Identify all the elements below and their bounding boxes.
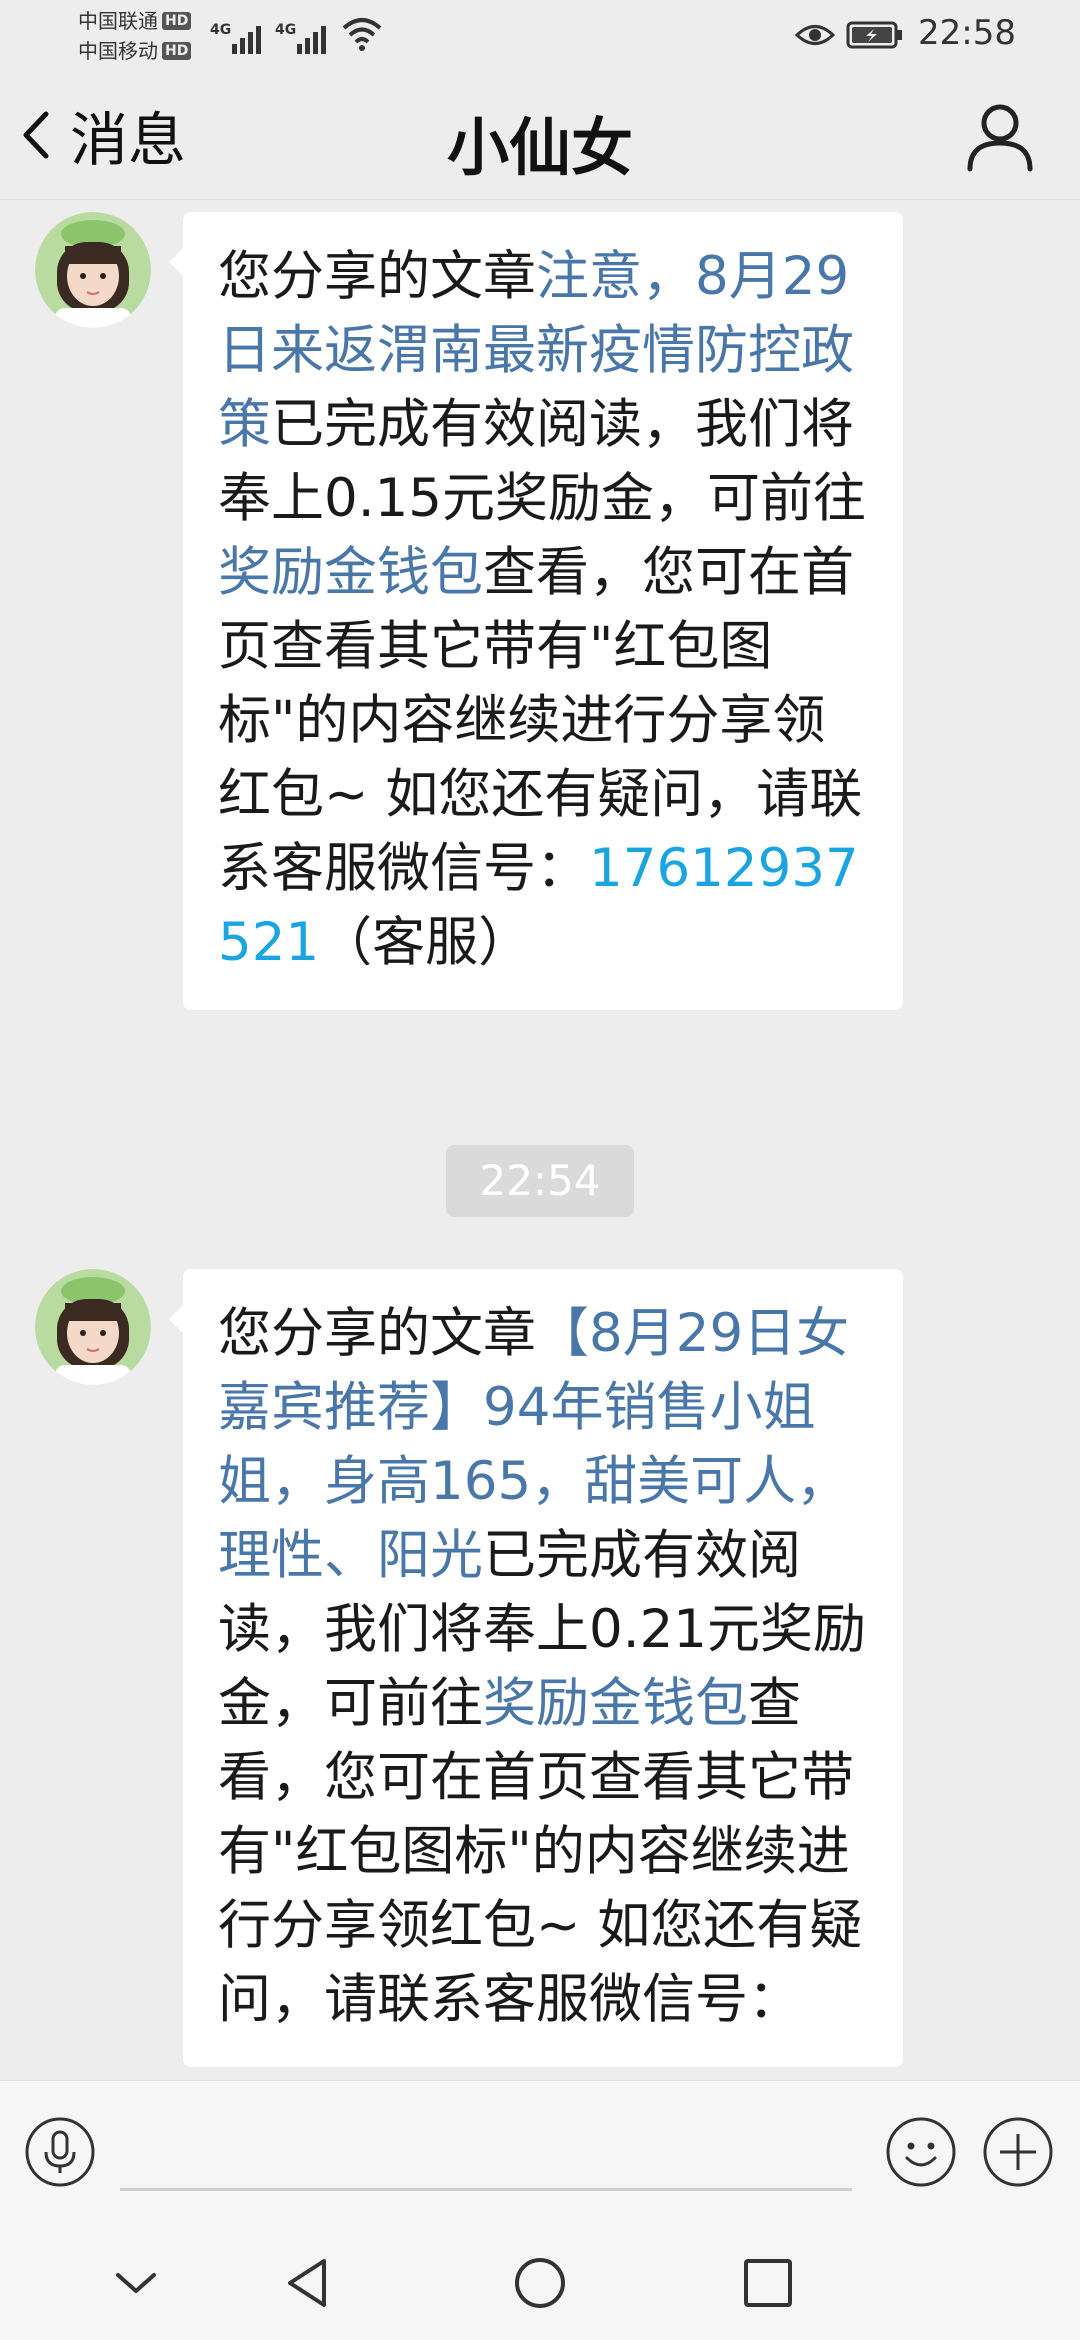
signal-strength-icon: 4G — [275, 22, 326, 54]
status-time: 22:58 — [918, 13, 1016, 53]
signal-strength-icon: 4G — [210, 22, 261, 54]
person-icon[interactable] — [962, 97, 1038, 173]
carrier-name: 中国移动 — [78, 39, 158, 63]
carrier-row: 中国联通 HD — [78, 6, 192, 36]
signal-group: 4G 4G — [210, 14, 384, 54]
carrier-info: 中国联通 HD 中国移动 HD — [78, 6, 192, 66]
wallet-link[interactable]: 奖励金钱包 — [483, 1673, 748, 1734]
wallet-link[interactable]: 奖励金钱包 — [218, 542, 483, 603]
battery-charging-icon — [846, 21, 902, 49]
network-type-label: 4G — [275, 22, 297, 38]
square-recents-icon[interactable] — [740, 2255, 796, 2311]
chevron-down-icon[interactable] — [108, 2255, 164, 2311]
carrier-row: 中国移动 HD — [78, 36, 192, 66]
hd-badge: HD — [162, 42, 192, 60]
time-divider: 22:54 — [446, 1145, 634, 1217]
carrier-name: 中国联通 — [78, 9, 158, 33]
wifi-icon — [342, 18, 382, 51]
chat-area[interactable]: 您分享的文章注意，8月29日来返渭南最新疫情防控政策已完成有效阅读，我们将奉上0… — [0, 200, 1080, 2080]
circle-home-icon[interactable] — [512, 2255, 568, 2311]
chevron-left-icon — [23, 111, 49, 159]
input-bar — [0, 2080, 1080, 2225]
microphone-icon[interactable] — [24, 2116, 96, 2188]
message-text: （客服） — [319, 912, 532, 973]
system-nav-bar — [0, 2225, 1080, 2340]
message-bubble[interactable]: 您分享的文章【8月29日女嘉宾推荐】94年销售小姐姐，身高165，甜美可人，理性… — [169, 1269, 903, 2067]
back-button[interactable]: 消息 — [20, 95, 186, 175]
avatar[interactable] — [35, 212, 151, 328]
eye-comfort-icon — [795, 25, 835, 45]
triangle-back-icon[interactable] — [280, 2255, 336, 2311]
avatar[interactable] — [35, 1269, 151, 1385]
title-bar: 消息 小仙女 — [0, 75, 1080, 200]
plus-icon[interactable] — [982, 2116, 1054, 2188]
hd-badge: HD — [162, 12, 192, 30]
message-text: 您分享的文章 — [218, 246, 536, 307]
message-input[interactable] — [120, 2109, 852, 2191]
message-text: 已完成有效阅读，我们将奉上0.15元奖励金，可前往 — [218, 394, 867, 529]
status-bar: 中国联通 HD 中国移动 HD 4G 4G 22:58 — [0, 0, 1080, 75]
message-text: 您分享的文章 — [218, 1303, 536, 1364]
message-bubble[interactable]: 您分享的文章注意，8月29日来返渭南最新疫情防控政策已完成有效阅读，我们将奉上0… — [169, 212, 903, 1010]
network-type-label: 4G — [210, 22, 232, 38]
back-label: 消息 — [70, 106, 187, 174]
smiley-icon[interactable] — [885, 2116, 957, 2188]
